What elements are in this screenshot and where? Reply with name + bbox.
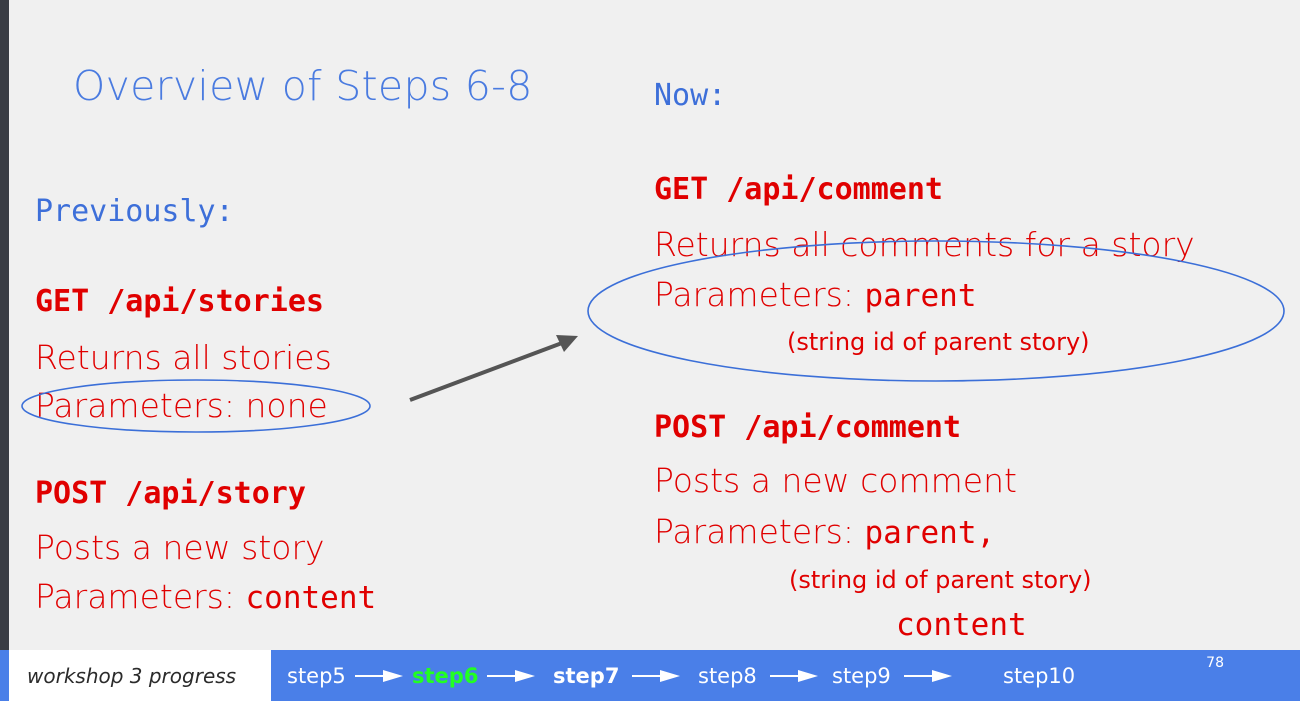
get-comment-params-note: (string id of parent story) xyxy=(787,328,1090,356)
post-comment-description: Posts a new comment xyxy=(654,461,1017,500)
step-arrow-icon xyxy=(904,670,952,682)
step-step8: step8 xyxy=(698,663,757,688)
get-comment-params: Parameters: parent xyxy=(654,275,976,314)
post-story-params-prefix: Parameters: xyxy=(35,577,246,616)
post-comment-params-prefix: Parameters: xyxy=(654,512,865,551)
step-step7: step7 xyxy=(553,663,620,688)
page-number: 78 xyxy=(1206,655,1224,671)
step-arrow-icon xyxy=(632,670,680,682)
left-edge-bar xyxy=(0,0,9,701)
post-comment-params-code2: content xyxy=(896,607,1027,643)
post-story-description: Posts a new story xyxy=(35,528,325,567)
get-comment-endpoint: GET /api/comment xyxy=(654,172,943,207)
post-story-endpoint: POST /api/story xyxy=(35,476,306,511)
post-comment-params-note: (string id of parent story) xyxy=(789,566,1092,594)
step-step6: step6 xyxy=(412,663,479,688)
slide-title: Overview of Steps 6-8 xyxy=(73,62,533,110)
post-story-params-code: content xyxy=(245,580,377,616)
post-story-params: Parameters: content xyxy=(35,577,376,616)
get-stories-params: Parameters: none xyxy=(35,386,328,425)
step-step9: step9 xyxy=(832,663,891,688)
step-step10: step10 xyxy=(1003,663,1076,688)
now-label: Now: xyxy=(654,78,727,113)
get-comment-params-code: parent xyxy=(864,278,977,314)
step-step5: step5 xyxy=(287,663,346,688)
post-comment-params-code: parent, xyxy=(864,515,996,551)
step-arrow-icon xyxy=(355,670,403,682)
footer-label: workshop 3 progress xyxy=(9,650,271,701)
progress-footer: workshop 3 progress step5 step6 step7 st… xyxy=(0,650,1300,701)
get-stories-description: Returns all stories xyxy=(35,338,332,377)
step-arrow-icon xyxy=(487,670,535,682)
post-comment-endpoint: POST /api/comment xyxy=(654,410,962,445)
previously-label: Previously: xyxy=(35,194,234,229)
get-stories-endpoint: GET /api/stories xyxy=(35,284,324,319)
get-comment-description: Returns all comments for a story xyxy=(654,225,1195,264)
post-comment-params: Parameters: parent, xyxy=(654,512,995,551)
step-arrow-icon xyxy=(770,670,818,682)
get-comment-params-prefix: Parameters: xyxy=(654,275,865,314)
slide: Overview of Steps 6-8 Previously: GET /a… xyxy=(9,0,1300,650)
